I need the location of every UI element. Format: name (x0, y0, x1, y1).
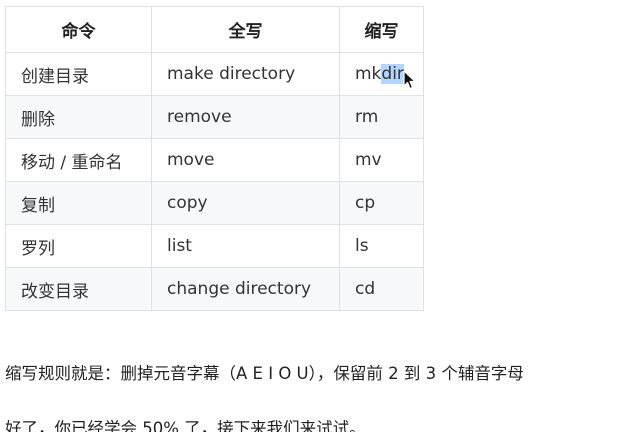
document-page: 命令 全写 缩写 创建目录 make directory mkdir 删除 re… (0, 0, 618, 432)
cell-abbreviation: cd (339, 267, 424, 311)
cell-full-name: remove (151, 95, 340, 139)
cell-command: 罗列 (5, 224, 152, 268)
table-row: 创建目录 make directory mkdir (5, 52, 424, 96)
cell-command: 删除 (5, 95, 152, 139)
abbreviation-rule-paragraph: 缩写规则就是：删掉元音字幕（A E I O U），保留前 2 到 3 个辅音字母 (5, 363, 524, 383)
progress-paragraph: 好了，你已经学会 50% 了，接下来我们来试试。 (5, 418, 366, 432)
table-row: 复制 copy cp (5, 181, 424, 225)
cell-command: 移动 / 重命名 (5, 138, 152, 182)
selected-text[interactable]: dir (381, 64, 404, 84)
header-abbreviation: 缩写 (339, 6, 424, 53)
mouse-pointer-icon (403, 70, 416, 90)
cell-full-name: change directory (151, 267, 340, 311)
cell-full-name: make directory (151, 52, 340, 96)
table-row: 罗列 list ls (5, 224, 424, 268)
cell-full-name: move (151, 138, 340, 182)
table-row: 删除 remove rm (5, 95, 424, 139)
cell-abbreviation: mv (339, 138, 424, 182)
cell-command: 改变目录 (5, 267, 152, 311)
command-table: 命令 全写 缩写 创建目录 make directory mkdir 删除 re… (5, 6, 424, 311)
cell-command: 创建目录 (5, 52, 152, 96)
cell-full-name: list (151, 224, 340, 268)
cell-abbreviation: ls (339, 224, 424, 268)
cell-command: 复制 (5, 181, 152, 225)
header-command: 命令 (5, 6, 152, 53)
table-row: 改变目录 change directory cd (5, 267, 424, 311)
abbr-plain-text: mk (355, 64, 382, 84)
cell-abbreviation: rm (339, 95, 424, 139)
cell-abbreviation: cp (339, 181, 424, 225)
table-row: 移动 / 重命名 move mv (5, 138, 424, 182)
table-header-row: 命令 全写 缩写 (5, 6, 424, 53)
header-full-name: 全写 (151, 6, 340, 53)
cell-full-name: copy (151, 181, 340, 225)
